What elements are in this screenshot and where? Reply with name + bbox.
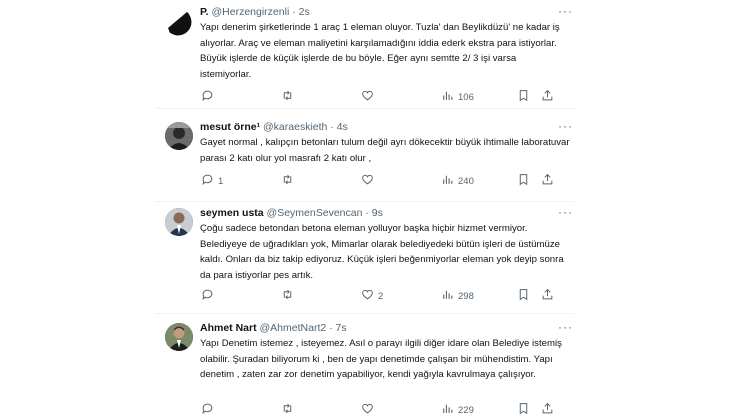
timestamp[interactable]: 9s xyxy=(372,207,383,219)
share-button[interactable] xyxy=(541,173,554,189)
reply-button[interactable] xyxy=(201,288,218,304)
bookmark-button[interactable] xyxy=(517,402,530,418)
author-name[interactable]: P. xyxy=(200,6,209,18)
tweet-card[interactable]: seymen usta @SeymenSevencan · 9s ··· Çoğ… xyxy=(155,205,575,314)
author-name[interactable]: Ahmet Nart xyxy=(200,322,257,334)
bookmark-button[interactable] xyxy=(517,173,530,189)
like-icon xyxy=(361,402,374,418)
retweet-button[interactable] xyxy=(281,288,298,304)
views-count: 240 xyxy=(458,175,474,187)
reply-icon xyxy=(201,402,214,418)
author-handle[interactable]: @SeymenSevencan xyxy=(267,207,363,219)
author-handle[interactable]: @AhmetNart2 xyxy=(260,322,327,334)
retweet-button[interactable] xyxy=(281,402,298,418)
reply-icon xyxy=(201,173,214,189)
share-button[interactable] xyxy=(541,89,554,105)
reply-icon xyxy=(201,89,214,105)
views-count: 106 xyxy=(458,91,474,103)
separator-dot: · xyxy=(365,207,369,219)
avatar[interactable] xyxy=(165,8,193,36)
views-icon xyxy=(441,288,454,304)
retweet-icon xyxy=(281,402,294,418)
like-icon xyxy=(361,288,374,304)
like-button[interactable] xyxy=(361,173,378,189)
more-icon[interactable]: ··· xyxy=(558,4,573,18)
tweet-header: P. @Herzengirzenli · 2s xyxy=(200,6,310,18)
bookmark-icon xyxy=(517,173,530,189)
like-button[interactable] xyxy=(361,402,378,418)
tweet-text: Gayet normal , kalıpçın betonları tulum … xyxy=(200,137,570,164)
separator-dot: · xyxy=(330,121,334,133)
reply-button[interactable] xyxy=(201,402,218,418)
more-icon[interactable]: ··· xyxy=(558,320,573,334)
reply-button[interactable]: 1 xyxy=(201,173,223,189)
tweet-card[interactable]: Ahmet Nart @AhmetNart2 · 7s ··· Yapı Den… xyxy=(155,320,575,420)
separator-dot: · xyxy=(292,6,296,18)
more-icon[interactable]: ··· xyxy=(558,119,573,133)
more-icon[interactable]: ··· xyxy=(558,205,573,219)
tweet-header: seymen usta @SeymenSevencan · 9s xyxy=(200,207,383,219)
action-bar: 229 xyxy=(195,402,565,418)
author-handle[interactable]: @karaeskieth xyxy=(263,121,327,133)
reply-button[interactable] xyxy=(201,89,218,105)
share-button[interactable] xyxy=(541,288,554,304)
like-icon xyxy=(361,173,374,189)
avatar[interactable] xyxy=(165,122,193,150)
avatar[interactable] xyxy=(165,208,193,236)
retweet-icon xyxy=(281,173,294,189)
bookmark-icon xyxy=(517,288,530,304)
action-bar: 106 xyxy=(195,89,565,105)
views-count: 298 xyxy=(458,290,474,302)
bookmark-button[interactable] xyxy=(517,89,530,105)
bookmark-icon xyxy=(517,89,530,105)
tweet-card[interactable]: mesut örne¹ @karaeskieth · 4s ··· Gayet … xyxy=(155,119,575,202)
views-button[interactable]: 106 xyxy=(441,89,474,105)
retweet-icon xyxy=(281,89,294,105)
tweet-card[interactable]: P. @Herzengirzenli · 2s ··· Yapı denerim… xyxy=(155,4,575,109)
bookmark-icon xyxy=(517,402,530,418)
tweet-text: Çoğu sadece betondan betona eleman yollu… xyxy=(200,223,564,281)
retweet-icon xyxy=(281,288,294,304)
timestamp[interactable]: 7s xyxy=(336,322,347,334)
views-button[interactable]: 240 xyxy=(441,173,474,189)
action-bar: 1 240 xyxy=(195,173,565,189)
retweet-button[interactable] xyxy=(281,89,298,105)
bookmark-button[interactable] xyxy=(517,288,530,304)
like-count: 2 xyxy=(378,290,384,302)
separator-dot: · xyxy=(329,322,333,334)
views-button[interactable]: 298 xyxy=(441,288,474,304)
timestamp[interactable]: 2s xyxy=(299,6,310,18)
reply-icon xyxy=(201,288,214,304)
views-icon xyxy=(441,402,454,418)
views-count: 229 xyxy=(458,404,474,416)
author-name[interactable]: seymen usta xyxy=(200,207,264,219)
views-icon xyxy=(441,89,454,105)
share-button[interactable] xyxy=(541,402,554,418)
like-icon xyxy=(361,89,374,105)
author-name[interactable]: mesut örne¹ xyxy=(200,121,260,133)
tweet-header: mesut örne¹ @karaeskieth · 4s xyxy=(200,121,348,133)
views-icon xyxy=(441,173,454,189)
avatar[interactable] xyxy=(165,323,193,351)
views-button[interactable]: 229 xyxy=(441,402,474,418)
action-bar: 2 298 xyxy=(195,288,565,304)
like-button[interactable]: 2 xyxy=(361,288,383,304)
timestamp[interactable]: 4s xyxy=(337,121,348,133)
like-button[interactable] xyxy=(361,89,378,105)
share-icon xyxy=(541,288,554,304)
tweet-text: Yapı Denetim istemez , isteyemez. Asıl o… xyxy=(200,338,562,380)
tweet-header: Ahmet Nart @AhmetNart2 · 7s xyxy=(200,322,347,334)
author-handle[interactable]: @Herzengirzenli xyxy=(212,6,290,18)
reply-count: 1 xyxy=(218,175,224,187)
share-icon xyxy=(541,402,554,418)
tweet-text: Yapı denerim şirketlerinde 1 araç 1 elem… xyxy=(200,22,560,80)
share-icon xyxy=(541,173,554,189)
share-icon xyxy=(541,89,554,105)
retweet-button[interactable] xyxy=(281,173,298,189)
